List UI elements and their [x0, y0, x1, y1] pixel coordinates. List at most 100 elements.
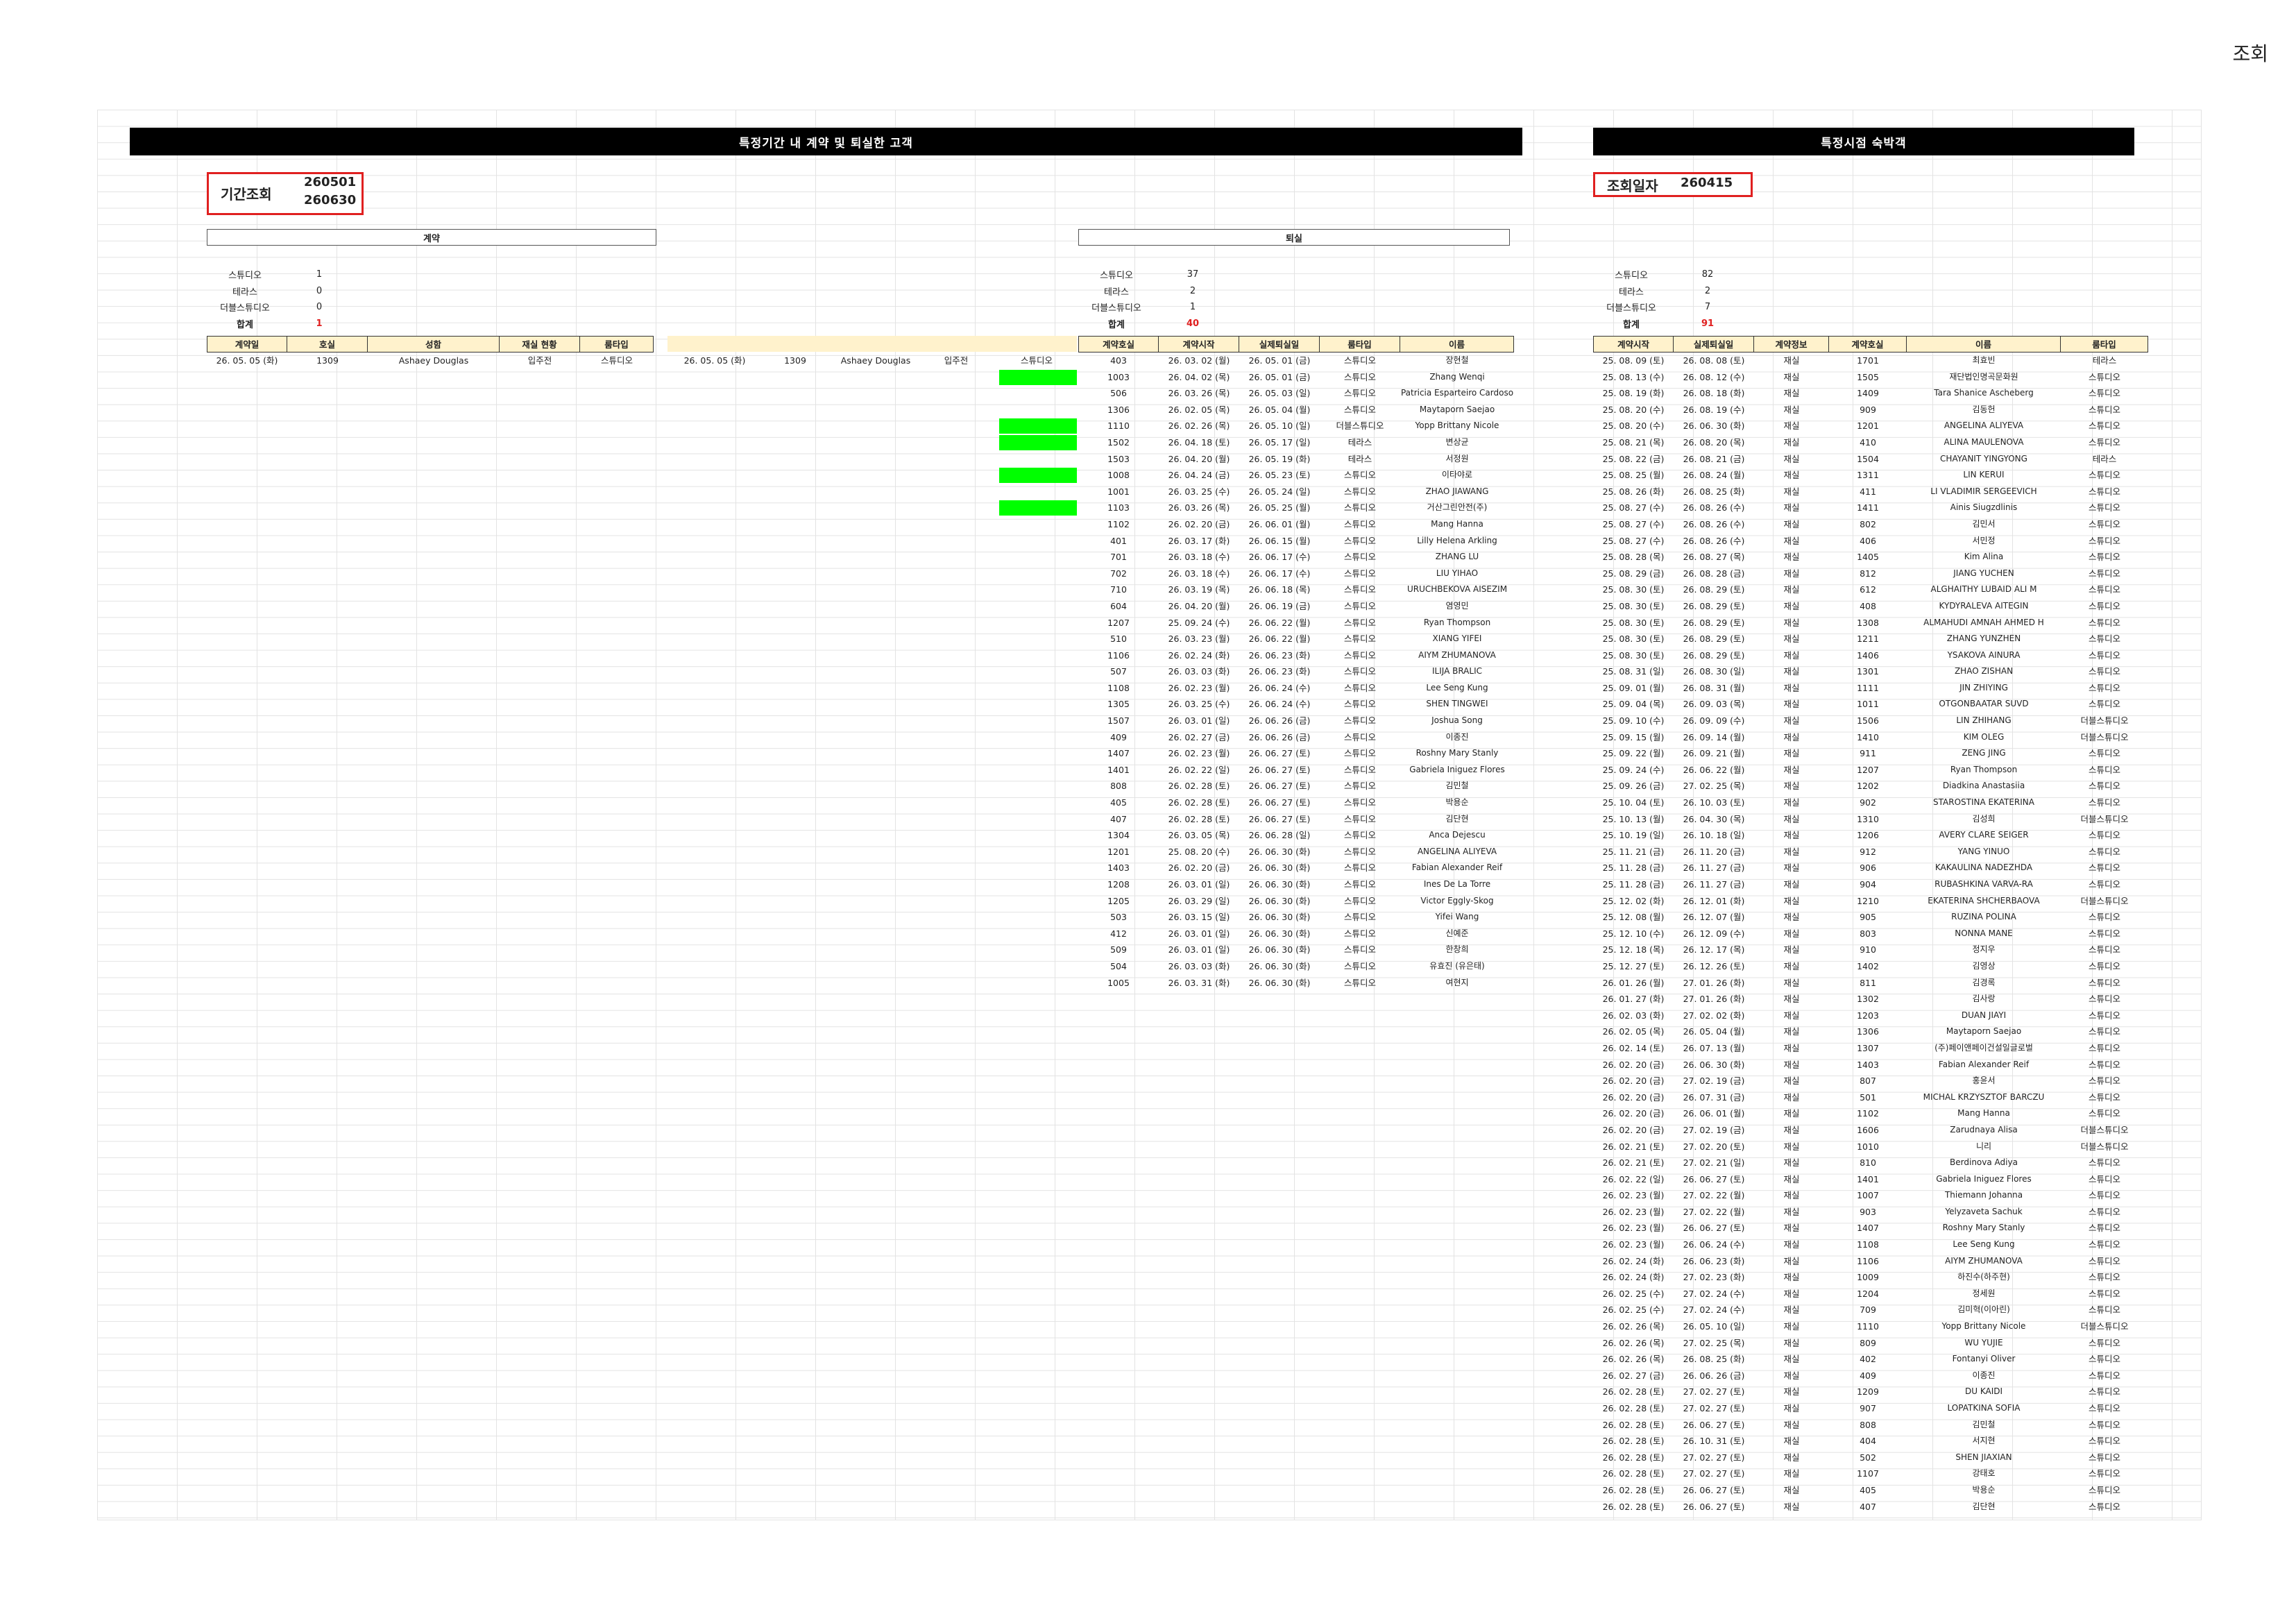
table-row[interactable]: 26. 02. 20 (금) 26. 07. 31 (금) 재실 501 MICHAL … — [1593, 1089, 2148, 1106]
table-row[interactable]: 25. 12. 27 (토) 26. 12. 26 (토) 재실 1402 김영상 스튜디… — [1593, 958, 2148, 975]
table-row[interactable]: 25. 08. 30 (토) 26. 08. 29 (토) 재실 408 KYDYRAL… — [1593, 598, 2148, 615]
table-row[interactable]: 26. 02. 26 (목) 27. 02. 25 (목) 재실 809 WU YUJI… — [1593, 1335, 2148, 1352]
table-row[interactable]: 403 26. 03. 02 (월) 26. 05. 01 (금) 스튜디오 장현철 — [1078, 352, 1514, 369]
period-start-value[interactable]: 260501 — [304, 175, 356, 189]
table-row[interactable]: 1305 26. 03. 25 (수) 26. 06. 24 (수) 스튜디오 SHEN… — [1078, 696, 1514, 713]
table-row[interactable]: 25. 08. 09 (토) 26. 08. 08 (토) 재실 1701 최효빈 테라스 — [1593, 352, 2148, 369]
table-row[interactable]: 1503 26. 04. 20 (월) 26. 05. 19 (화) 테라스 서정원 — [1078, 451, 1514, 468]
table-row[interactable]: 503 26. 03. 15 (일) 26. 06. 30 (화) 스튜디오 Yifei… — [1078, 909, 1514, 926]
table-row[interactable]: 25. 11. 28 (금) 26. 11. 27 (금) 재실 904 RUBASHK… — [1593, 876, 2148, 893]
table-row[interactable]: 25. 10. 04 (토) 26. 10. 03 (토) 재실 902 STAROST… — [1593, 794, 2148, 811]
table-row[interactable]: 25. 08. 19 (화) 26. 08. 18 (화) 재실 1409 Tara S… — [1593, 385, 2148, 402]
table-row[interactable]: 26. 02. 23 (월) 26. 06. 24 (수) 재실 1108 Lee Se… — [1593, 1237, 2148, 1253]
table-row[interactable]: 26. 02. 28 (토) 26. 06. 27 (토) 재실 405 박용순 스튜디오 — [1593, 1482, 2148, 1499]
table-row[interactable]: 25. 08. 30 (토) 26. 08. 29 (토) 재실 1308 ALMAHU… — [1593, 615, 2148, 631]
table-row[interactable]: 25. 12. 10 (수) 26. 12. 09 (수) 재실 803 NONNA M… — [1593, 926, 2148, 942]
table-row[interactable]: 1102 26. 02. 20 (금) 26. 06. 01 (월) 스튜디오 Mang… — [1078, 516, 1514, 533]
table-row[interactable]: 26. 02. 28 (토) 26. 10. 31 (토) 재실 404 서지현 스튜디오 — [1593, 1433, 2148, 1450]
echo-row[interactable]: 26. 05. 05 (화) 1309 Ashaey Douglas 입주전 스튜디오 — [674, 352, 1077, 369]
table-row[interactable]: 1005 26. 03. 31 (화) 26. 06. 30 (화) 스튜디오 여현지 — [1078, 975, 1514, 992]
table-row[interactable]: 401 26. 03. 17 (화) 26. 06. 15 (월) 스튜디오 Lilly… — [1078, 533, 1514, 550]
table-row[interactable]: 1208 26. 03. 01 (일) 26. 06. 30 (화) 스튜디오 Ines… — [1078, 876, 1514, 893]
table-row[interactable]: 1201 25. 08. 20 (수) 26. 06. 30 (화) 스튜디오 ANGE… — [1078, 844, 1514, 860]
table-row[interactable]: 26. 02. 21 (토) 27. 02. 20 (토) 재실 1010 니리 더블스튜… — [1593, 1139, 2148, 1155]
table-row[interactable]: 25. 09. 15 (월) 26. 09. 14 (월) 재실 1410 KIM OL… — [1593, 729, 2148, 746]
table-row[interactable]: 26. 02. 24 (화) 26. 06. 23 (화) 재실 1106 AIYM Z… — [1593, 1253, 2148, 1270]
table-row[interactable]: 25. 08. 30 (토) 26. 08. 29 (토) 재실 1211 ZHANG … — [1593, 631, 2148, 647]
table-row[interactable]: 26. 02. 20 (금) 27. 02. 19 (금) 재실 807 홍윤서 스튜디오 — [1593, 1073, 2148, 1089]
table-row[interactable]: 1502 26. 04. 18 (토) 26. 05. 17 (일) 테라스 변상균 — [1078, 434, 1514, 451]
table-row[interactable]: 25. 08. 20 (수) 26. 06. 30 (화) 재실 1201 ANGELI… — [1593, 418, 2148, 434]
table-row[interactable]: 25. 09. 26 (금) 27. 02. 25 (목) 재실 1202 Diadki… — [1593, 778, 2148, 794]
table-row[interactable]: 25. 08. 30 (토) 26. 08. 29 (토) 재실 1406 YSAKOV… — [1593, 647, 2148, 664]
table-row[interactable]: 1108 26. 02. 23 (월) 26. 06. 24 (수) 스튜디오 Lee … — [1078, 680, 1514, 697]
table-row[interactable]: 26. 02. 25 (수) 27. 02. 24 (수) 재실 709 김미혁(이아린… — [1593, 1302, 2148, 1318]
table-row[interactable]: 701 26. 03. 18 (수) 26. 06. 17 (수) 스튜디오 ZHANG… — [1078, 549, 1514, 566]
table-row[interactable]: 25. 08. 22 (금) 26. 08. 21 (금) 재실 1504 CHAYAN… — [1593, 451, 2148, 468]
table-row[interactable]: 25. 10. 13 (월) 26. 04. 30 (목) 재실 1310 김성희 더블스… — [1593, 811, 2148, 828]
table-row[interactable]: 1407 26. 02. 23 (월) 26. 06. 27 (토) 스튜디오 Rosh… — [1078, 745, 1514, 762]
table-row[interactable]: 25. 12. 08 (월) 26. 12. 07 (월) 재실 905 RUZINA … — [1593, 909, 2148, 926]
table-row[interactable]: 26. 02. 28 (토) 27. 02. 27 (토) 재실 1107 강태호 스튜디… — [1593, 1465, 2148, 1482]
table-row[interactable]: 1001 26. 03. 25 (수) 26. 05. 24 (일) 스튜디오 ZHAO… — [1078, 484, 1514, 500]
table-row[interactable]: 25. 08. 27 (수) 26. 08. 26 (수) 재실 1411 Ainis … — [1593, 500, 2148, 516]
table-row[interactable]: 509 26. 03. 01 (일) 26. 06. 30 (화) 스튜디오 한창희 — [1078, 942, 1514, 958]
table-row[interactable]: 25. 08. 21 (목) 26. 08. 20 (목) 재실 410 ALINA M… — [1593, 434, 2148, 451]
table-row[interactable]: 25. 11. 21 (금) 26. 11. 20 (금) 재실 912 YANG YI… — [1593, 844, 2148, 860]
table-row[interactable]: 25. 10. 19 (일) 26. 10. 18 (일) 재실 1206 AVERY … — [1593, 827, 2148, 844]
table-row[interactable]: 1003 26. 04. 02 (목) 26. 05. 01 (금) 스튜디오 Zhan… — [1078, 369, 1514, 386]
table-row[interactable]: 26. 01. 26 (월) 27. 01. 26 (화) 재실 811 김경록 스튜디오 — [1593, 975, 2148, 992]
table-row[interactable]: 1207 25. 09. 24 (수) 26. 06. 22 (월) 스튜디오 Ryan… — [1078, 615, 1514, 631]
table-row[interactable]: 26. 02. 20 (금) 26. 06. 01 (월) 재실 1102 Mang H… — [1593, 1105, 2148, 1122]
table-row[interactable]: 26. 02. 21 (토) 27. 02. 21 (일) 재실 810 Berdino… — [1593, 1155, 2148, 1171]
table-row[interactable]: 25. 09. 10 (수) 26. 09. 09 (수) 재실 1506 LIN ZH… — [1593, 713, 2148, 729]
table-row[interactable]: 1106 26. 02. 24 (화) 26. 06. 23 (화) 스튜디오 AIYM… — [1078, 647, 1514, 664]
table-row[interactable]: 1103 26. 03. 26 (목) 26. 05. 25 (월) 스튜디오 거산그린… — [1078, 500, 1514, 516]
table-row[interactable]: 1008 26. 04. 24 (금) 26. 05. 23 (토) 스튜디오 이타야로 — [1078, 467, 1514, 484]
table-row[interactable]: 26. 02. 20 (금) 27. 02. 19 (금) 재실 1606 Zarudn… — [1593, 1122, 2148, 1139]
table-row[interactable]: 808 26. 02. 28 (토) 26. 06. 27 (토) 스튜디오 김민철 — [1078, 778, 1514, 794]
table-row[interactable]: 25. 08. 28 (목) 26. 08. 27 (목) 재실 1405 Kim Al… — [1593, 549, 2148, 566]
table-row[interactable]: 710 26. 03. 19 (목) 26. 06. 18 (목) 스튜디오 URUCH… — [1078, 581, 1514, 598]
table-row[interactable]: 412 26. 03. 01 (일) 26. 06. 30 (화) 스튜디오 신예준 — [1078, 926, 1514, 942]
table-row[interactable]: 25. 08. 26 (화) 26. 08. 25 (화) 재실 411 LI VLAD… — [1593, 484, 2148, 500]
table-row[interactable]: 1304 26. 03. 05 (목) 26. 06. 28 (일) 스튜디오 Anca… — [1078, 827, 1514, 844]
table-row[interactable]: 25. 09. 22 (월) 26. 09. 21 (월) 재실 911 ZENG JI… — [1593, 745, 2148, 762]
table-row[interactable]: 25. 08. 29 (금) 26. 08. 28 (금) 재실 812 JIANG Y… — [1593, 566, 2148, 582]
table-row[interactable]: 504 26. 03. 03 (화) 26. 06. 30 (화) 스튜디오 유효진 (… — [1078, 958, 1514, 975]
table-row[interactable]: 26. 02. 27 (금) 26. 06. 26 (금) 재실 409 이종진 스튜디오 — [1593, 1368, 2148, 1384]
table-row[interactable]: 25. 08. 27 (수) 26. 08. 26 (수) 재실 406 서민정 스튜디오 — [1593, 533, 2148, 550]
table-row[interactable]: 25. 08. 20 (수) 26. 08. 19 (수) 재실 909 김동헌 스튜디오 — [1593, 402, 2148, 418]
table-row[interactable]: 507 26. 03. 03 (화) 26. 06. 23 (화) 스튜디오 ILIJA… — [1078, 663, 1514, 680]
sheet-tab-title[interactable]: 조회 — [2232, 39, 2268, 67]
table-row[interactable]: 26. 02. 14 (토) 26. 07. 13 (월) 재실 1307 (주)페이앤… — [1593, 1040, 2148, 1057]
lookup-date-value[interactable]: 260415 — [1681, 176, 1733, 190]
table-row[interactable]: 26. 02. 26 (목) 26. 08. 25 (화) 재실 402 Fontany… — [1593, 1351, 2148, 1368]
table-row[interactable]: 25. 09. 01 (월) 26. 08. 31 (월) 재실 1111 JIN ZH… — [1593, 680, 2148, 697]
table-row[interactable]: 26. 02. 23 (월) 27. 02. 22 (월) 재실 1007 Thiema… — [1593, 1187, 2148, 1204]
table-row[interactable]: 604 26. 04. 20 (월) 26. 06. 19 (금) 스튜디오 염영민 — [1078, 598, 1514, 615]
table-row[interactable]: 26. 02. 20 (금) 26. 06. 30 (화) 재실 1403 Fabian… — [1593, 1057, 2148, 1073]
table-row[interactable]: 26. 02. 28 (토) 26. 06. 27 (토) 재실 407 김단현 스튜디오 — [1593, 1499, 2148, 1515]
table-row[interactable]: 26. 05. 05 (화) 1309 Ashaey Douglas 입주전 스튜디오 — [207, 352, 654, 369]
table-row[interactable]: 25. 12. 02 (화) 26. 12. 01 (화) 재실 1210 EKATER… — [1593, 893, 2148, 910]
table-row[interactable]: 26. 02. 24 (화) 27. 02. 23 (화) 재실 1009 하진수(하주… — [1593, 1269, 2148, 1286]
table-row[interactable]: 1306 26. 02. 05 (목) 26. 05. 04 (월) 스튜디오 Mayt… — [1078, 402, 1514, 418]
table-row[interactable]: 26. 02. 28 (토) 27. 02. 27 (토) 재실 1209 DU KAI… — [1593, 1384, 2148, 1400]
table-row[interactable]: 25. 08. 30 (토) 26. 08. 29 (토) 재실 612 ALGHAIT… — [1593, 581, 2148, 598]
table-row[interactable]: 25. 08. 27 (수) 26. 08. 26 (수) 재실 802 김민서 스튜디오 — [1593, 516, 2148, 533]
table-row[interactable]: 25. 11. 28 (금) 26. 11. 27 (금) 재실 906 KAKAULI… — [1593, 860, 2148, 876]
table-row[interactable]: 1205 26. 03. 29 (일) 26. 06. 30 (화) 스튜디오 Vict… — [1078, 893, 1514, 910]
table-row[interactable]: 26. 02. 23 (월) 27. 02. 22 (월) 재실 903 Yelyzav… — [1593, 1204, 2148, 1221]
table-row[interactable]: 26. 02. 23 (월) 26. 06. 27 (토) 재실 1407 Roshny… — [1593, 1220, 2148, 1237]
table-row[interactable]: 26. 01. 27 (화) 27. 01. 26 (화) 재실 1302 김사랑 스튜디… — [1593, 991, 2148, 1008]
table-row[interactable]: 25. 08. 31 (일) 26. 08. 30 (일) 재실 1301 ZHAO Z… — [1593, 663, 2148, 680]
table-row[interactable]: 26. 02. 26 (목) 26. 05. 10 (일) 재실 1110 Yopp B… — [1593, 1318, 2148, 1335]
table-row[interactable]: 26. 02. 22 (일) 26. 06. 27 (토) 재실 1401 Gabrie… — [1593, 1171, 2148, 1188]
table-row[interactable]: 26. 02. 28 (토) 26. 06. 27 (토) 재실 808 김민철 스튜디오 — [1593, 1417, 2148, 1434]
table-row[interactable]: 409 26. 02. 27 (금) 26. 06. 26 (금) 스튜디오 이종진 — [1078, 729, 1514, 746]
table-row[interactable]: 26. 02. 05 (목) 26. 05. 04 (월) 재실 1306 Maytap… — [1593, 1023, 2148, 1040]
table-row[interactable]: 506 26. 03. 26 (목) 26. 05. 03 (일) 스튜디오 Patri… — [1078, 385, 1514, 402]
table-row[interactable]: 407 26. 02. 28 (토) 26. 06. 27 (토) 스튜디오 김단현 — [1078, 811, 1514, 828]
table-row[interactable]: 1401 26. 02. 22 (일) 26. 06. 27 (토) 스튜디오 Gabr… — [1078, 762, 1514, 779]
